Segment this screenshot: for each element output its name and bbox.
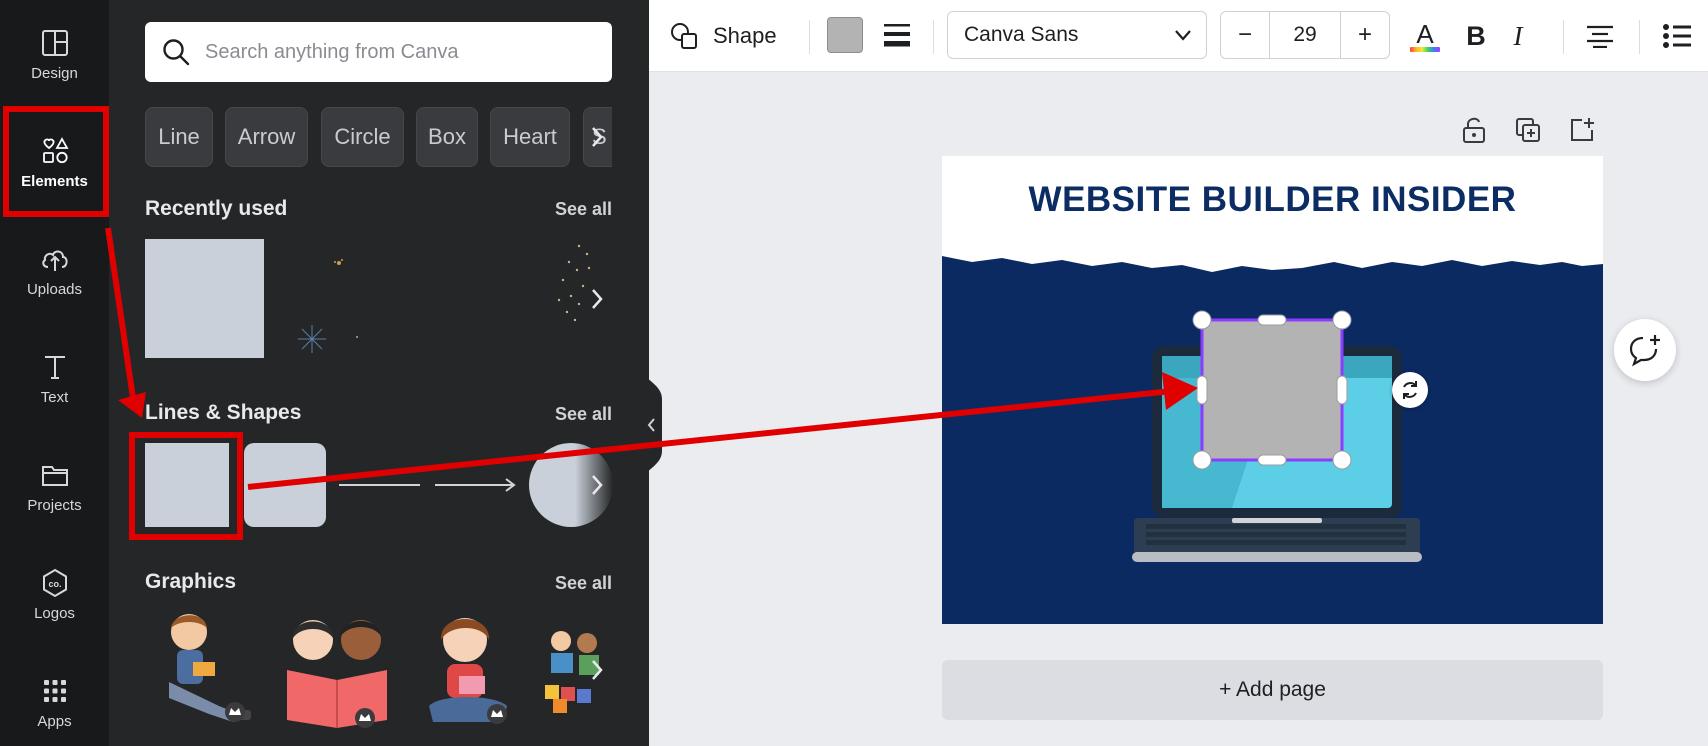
chip-circle[interactable]: Circle — [321, 107, 404, 167]
rail-item-design[interactable]: Design — [0, 4, 109, 104]
rotate-button[interactable] — [1392, 372, 1428, 408]
torn-paper-header — [942, 156, 1603, 272]
chevron-right-icon — [592, 475, 603, 495]
layout-icon — [41, 29, 68, 56]
rail-item-projects[interactable]: Projects — [0, 436, 109, 536]
bold-button[interactable]: B — [1459, 17, 1493, 55]
text-color-icon: A — [1410, 19, 1440, 52]
lines-shapes-see-all[interactable]: See all — [555, 404, 612, 425]
toolbar-divider — [1639, 20, 1640, 54]
chips-row: Line Arrow Circle Box Heart S — [145, 107, 612, 167]
comment-plus-icon — [1629, 335, 1660, 367]
folder-icon — [41, 465, 68, 486]
chevron-right-icon — [592, 660, 603, 680]
rounded-square-thumb[interactable] — [244, 443, 326, 527]
rail-label: Design — [31, 64, 78, 82]
shape-label: Shape — [713, 23, 777, 48]
rail-item-uploads[interactable]: Uploads — [0, 220, 109, 320]
bullet-list-icon — [1663, 24, 1691, 48]
graphic-girl-reading-thumb[interactable] — [419, 610, 519, 730]
svg-text:A: A — [1416, 19, 1434, 49]
font-name: Canva Sans — [964, 23, 1079, 46]
line-shape-thumb[interactable] — [337, 470, 422, 500]
recently-used-title: Recently used — [145, 197, 288, 220]
chevron-right-icon — [592, 289, 603, 309]
svg-text:co.: co. — [48, 579, 61, 589]
cloud-upload-icon — [41, 250, 68, 271]
fill-color-swatch — [827, 17, 863, 53]
selected-shape[interactable] — [1190, 310, 1354, 470]
add-page-button[interactable]: + Add page — [942, 660, 1603, 720]
graphics-see-all[interactable]: See all — [555, 573, 612, 594]
recent-square-thumb[interactable] — [145, 239, 264, 358]
shape-icon — [671, 23, 697, 49]
chevron-right-icon — [592, 127, 603, 147]
chip-arrow[interactable]: Arrow — [225, 107, 308, 167]
increase-font-size-button[interactable]: + — [1341, 12, 1389, 58]
fill-color-button[interactable] — [827, 17, 863, 53]
italic-button[interactable]: I — [1501, 17, 1535, 55]
elements-panel: Line Arrow Circle Box Heart S Recently u… — [109, 0, 649, 746]
font-size-stepper: − 29 + — [1220, 11, 1390, 59]
search-icon — [163, 39, 190, 66]
graphics-next-button[interactable] — [582, 650, 612, 690]
rail-label: Logos — [34, 604, 75, 622]
graphic-two-kids-book-thumb[interactable] — [277, 610, 397, 730]
lines-shapes-title: Lines & Shapes — [145, 401, 302, 424]
chips-next-button[interactable] — [582, 107, 612, 167]
add-page-icon — [1571, 118, 1594, 141]
rail-item-logos[interactable]: co. Logos — [0, 544, 109, 644]
rail-label: Text — [40, 388, 69, 406]
toolbar-divider — [933, 20, 934, 54]
text-color-button[interactable]: A — [1407, 17, 1443, 55]
align-center-icon — [1587, 25, 1613, 48]
annotation-box-square — [129, 432, 243, 540]
apps-grid-icon — [43, 679, 66, 702]
rotate-icon — [1403, 381, 1417, 399]
chip-heart[interactable]: Heart — [490, 107, 570, 167]
shape-button[interactable]: Shape — [669, 18, 777, 54]
unlock-icon — [1463, 117, 1485, 143]
graphics-title: Graphics — [145, 570, 237, 593]
border-weight-icon — [884, 24, 910, 47]
decrease-font-size-button[interactable]: − — [1221, 12, 1269, 58]
chip-line[interactable]: Line — [145, 107, 213, 167]
search-input[interactable] — [205, 40, 595, 64]
top-toolbar: Shape Canva Sans − 29 + A B I — [649, 0, 1708, 72]
duplicate-icon — [1516, 118, 1540, 142]
rail-label: Uploads — [26, 280, 83, 298]
search-box[interactable] — [145, 22, 612, 82]
recent-sparkle-thumb[interactable] — [284, 245, 384, 355]
lock-page-button[interactable] — [1456, 112, 1492, 148]
chevron-down-icon — [1175, 30, 1191, 41]
add-comment-button[interactable] — [1614, 319, 1676, 381]
collapse-panel-tab[interactable] — [640, 365, 668, 485]
rail-item-apps[interactable]: Apps — [0, 652, 109, 746]
arrow-shape-thumb[interactable] — [433, 470, 518, 500]
toolbar-divider — [1563, 20, 1564, 54]
recently-used-see-all[interactable]: See all — [555, 199, 612, 220]
font-family-select[interactable]: Canva Sans — [947, 11, 1207, 59]
align-center-button[interactable] — [1581, 17, 1619, 55]
rail-item-text[interactable]: Text — [0, 328, 109, 428]
rail-label: Apps — [37, 712, 72, 730]
text-T-icon — [44, 355, 65, 379]
page-title[interactable]: WEBSITE BUILDER INSIDER — [942, 180, 1603, 220]
lines-shapes-next-button[interactable] — [582, 465, 612, 505]
graphic-boy-reading-thumb[interactable] — [149, 610, 259, 730]
duplicate-page-button[interactable] — [1510, 112, 1546, 148]
font-size-value[interactable]: 29 — [1269, 12, 1341, 58]
logo-co-icon: co. — [42, 568, 67, 597]
rail-label: Projects — [27, 496, 82, 514]
chip-box[interactable]: Box — [416, 107, 478, 167]
list-button[interactable] — [1657, 17, 1697, 55]
border-style-button[interactable] — [879, 17, 915, 53]
add-page-button-small[interactable] — [1564, 112, 1600, 148]
toolbar-divider — [809, 20, 810, 54]
annotation-box-elements — [3, 106, 109, 217]
recent-next-button[interactable] — [582, 279, 612, 319]
